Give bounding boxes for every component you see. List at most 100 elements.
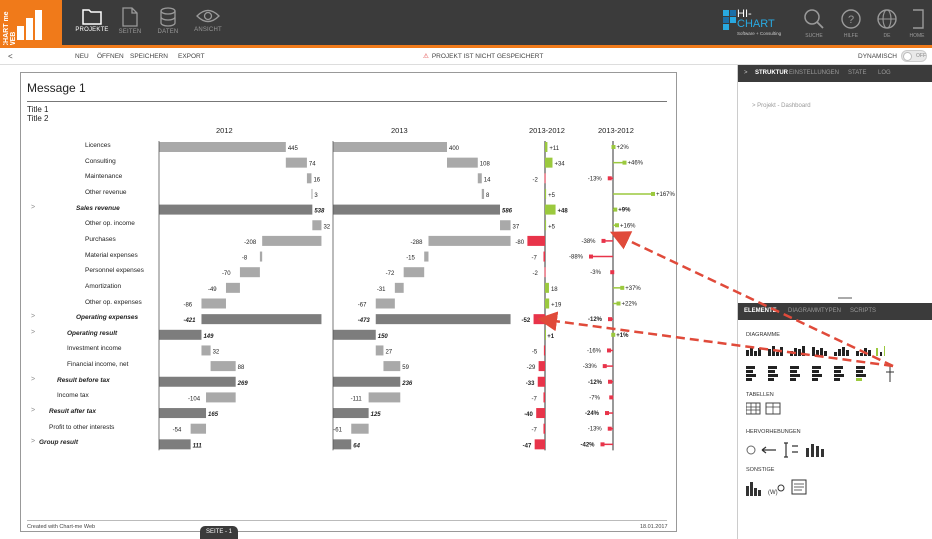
waterfall-bar — [424, 251, 429, 262]
tab-structure[interactable]: STRUKTUR — [755, 70, 788, 76]
variance-bar — [545, 298, 550, 309]
nav-data-button[interactable]: DATEN — [148, 4, 188, 44]
brand-tag: Software + Consulting — [737, 31, 782, 36]
chart-canvas[interactable]: Message 1 Title 1 Title 2 Licences Consul… — [20, 72, 677, 532]
percent-label: +46% — [628, 161, 644, 167]
grouped-bar-icon[interactable] — [790, 366, 800, 381]
bar-highlight-icon[interactable] — [806, 444, 824, 457]
waterfall-bar — [259, 251, 263, 262]
variance-column-icon[interactable] — [834, 347, 849, 356]
variance-bar — [527, 235, 545, 246]
variance-bar — [543, 423, 545, 434]
bar-data-label: 586 — [502, 209, 513, 215]
grouped-column-icon[interactable] — [790, 346, 805, 356]
note-icon[interactable] — [791, 479, 807, 495]
column-chart-icon[interactable] — [746, 347, 761, 356]
tree-item-label: Projekt - Dashboard — [757, 103, 811, 109]
waterfall-bar — [333, 439, 352, 450]
menu-save[interactable]: SPEICHERN — [130, 53, 168, 60]
variance-bar-icon[interactable] — [834, 366, 844, 381]
section-tables: TABELLEN — [746, 392, 774, 398]
waterfall-bar — [201, 314, 322, 325]
percent-pin-head — [602, 364, 607, 369]
bar-data-label: -70 — [222, 271, 231, 277]
percent-pin-head — [616, 301, 621, 306]
percent-pin-icon[interactable] — [886, 364, 894, 382]
logo-text: CHART me WEB — [3, 11, 17, 48]
stacked-column-icon[interactable] — [768, 346, 783, 356]
line-column-icon[interactable] — [856, 348, 871, 356]
nav-view-button[interactable]: ANSICHT — [188, 4, 228, 44]
app-logo[interactable]: CHART me WEB — [0, 0, 62, 48]
variance-bar — [543, 345, 545, 356]
pin-chart-icon[interactable] — [876, 346, 885, 356]
collapse-icon[interactable]: > — [744, 70, 748, 76]
difference-arrow-icon[interactable] — [761, 446, 776, 454]
brand-line2: CHART — [737, 18, 775, 30]
percent-label: -12% — [588, 380, 603, 386]
page-tab[interactable]: SEITE - 1 — [200, 526, 238, 539]
variance-label: -47 — [523, 443, 532, 449]
variance-bar — [545, 142, 548, 152]
stacked-bar-icon[interactable] — [768, 366, 778, 381]
tab-state[interactable]: STATE — [848, 70, 866, 76]
bar-data-label: 16 — [313, 177, 320, 183]
percent-label: -42% — [581, 442, 596, 448]
menu-open[interactable]: ÖFFNEN — [97, 53, 124, 60]
dot-bar-icon[interactable] — [856, 366, 866, 381]
small-multiples-icon[interactable] — [746, 482, 761, 496]
unsaved-warning: ⚠ PROJEKT IST NICHT GESPEICHERT — [423, 52, 543, 60]
percent-pin-head — [613, 207, 618, 212]
svg-text:(W): (W) — [768, 490, 778, 496]
message-title[interactable]: Message 1 — [27, 81, 86, 95]
tab-elements[interactable]: ELEMENTE — [744, 308, 777, 314]
menu-new[interactable]: NEU — [75, 53, 89, 60]
tree-item-project[interactable]: > Projekt - Dashboard — [752, 103, 811, 109]
table-icon[interactable] — [746, 402, 761, 415]
percent-label: +22% — [622, 302, 638, 308]
table-alt-icon[interactable] — [765, 402, 781, 415]
bar-data-label: -72 — [386, 271, 395, 277]
tab-log[interactable]: LOG — [878, 70, 891, 76]
language-label: DE — [883, 33, 891, 39]
bar-data-label: -31 — [377, 287, 386, 293]
panel-splitter[interactable] — [838, 297, 852, 299]
hichart-logo[interactable]: HI- CHART Software + Consulting — [723, 8, 785, 42]
tab-chart-types[interactable]: DIAGRAMMTYPEN — [788, 308, 841, 314]
nav-pages-button[interactable]: SEITEN — [110, 4, 150, 44]
nav-projects-label: PROJEKTE — [75, 27, 109, 33]
bracket-icon[interactable] — [784, 442, 798, 458]
variance-bar — [545, 220, 547, 231]
bar-data-label: -288 — [410, 240, 423, 246]
unsaved-warning-text: PROJEKT IST NICHT GESPEICHERT — [431, 53, 544, 60]
back-button[interactable]: < — [8, 52, 13, 61]
search-button[interactable]: SUCHE — [797, 4, 831, 44]
database-icon — [160, 7, 176, 27]
help-button[interactable]: ? HILFE — [834, 4, 868, 44]
variance-label: +19 — [551, 303, 562, 309]
bar-data-label: 37 — [513, 224, 520, 230]
language-button[interactable]: DE — [870, 4, 904, 44]
tab-scripts[interactable]: SCRIPTS — [850, 308, 876, 314]
menu-export[interactable]: EXPORT — [178, 53, 205, 60]
bar-data-label: 32 — [323, 224, 330, 230]
nav-projects-button[interactable]: PROJEKTE — [72, 4, 112, 44]
waterfall-bar-icon[interactable] — [812, 366, 822, 381]
comment-icon[interactable] — [746, 445, 756, 455]
percent-pin-head — [609, 395, 614, 400]
home-button[interactable]: HOME — [902, 4, 932, 44]
right-panel: > STRUKTUR EINSTELLUNGEN STATE LOG > Pro… — [737, 65, 932, 539]
structure-tabs: > STRUKTUR EINSTELLUNGEN STATE LOG — [738, 65, 932, 82]
dynamic-toggle[interactable]: OFF — [901, 50, 927, 62]
bar-data-label: 64 — [353, 443, 360, 449]
waterfall-column-icon[interactable] — [812, 347, 827, 356]
tab-settings[interactable]: EINSTELLUNGEN — [789, 70, 839, 76]
bar-data-label: 165 — [208, 412, 219, 418]
bar-chart-icon[interactable] — [746, 366, 756, 381]
help-label: HILFE — [843, 33, 859, 39]
variance-label: +34 — [554, 162, 565, 168]
waterfall-bar — [351, 423, 369, 434]
waterfall-bar — [333, 329, 376, 340]
text-percent-icon[interactable]: (W) — [768, 484, 785, 496]
chart-title-1[interactable]: Title 1 — [27, 105, 49, 114]
